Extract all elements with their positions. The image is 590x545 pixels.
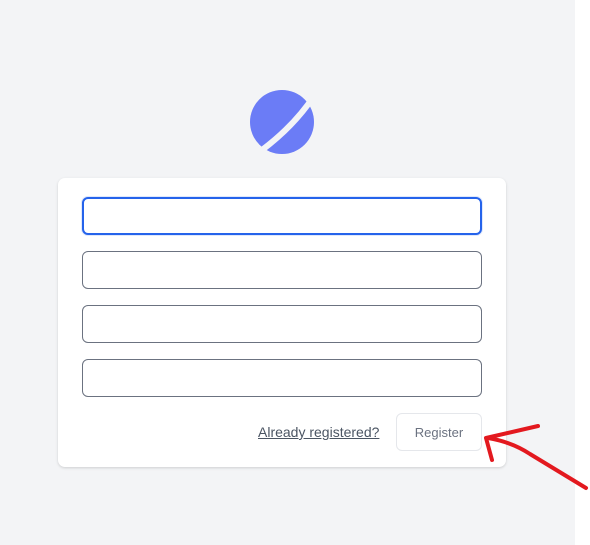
register-field-2[interactable] bbox=[82, 251, 482, 289]
register-field-1[interactable] bbox=[82, 197, 482, 235]
register-button[interactable]: Register bbox=[396, 413, 482, 451]
register-field-4[interactable] bbox=[82, 359, 482, 397]
register-card: Already registered? Register bbox=[58, 178, 506, 467]
register-field-3[interactable] bbox=[82, 305, 482, 343]
already-registered-link[interactable]: Already registered? bbox=[258, 424, 379, 440]
planet-logo-icon bbox=[250, 90, 316, 154]
red-arrow-icon bbox=[484, 424, 588, 490]
